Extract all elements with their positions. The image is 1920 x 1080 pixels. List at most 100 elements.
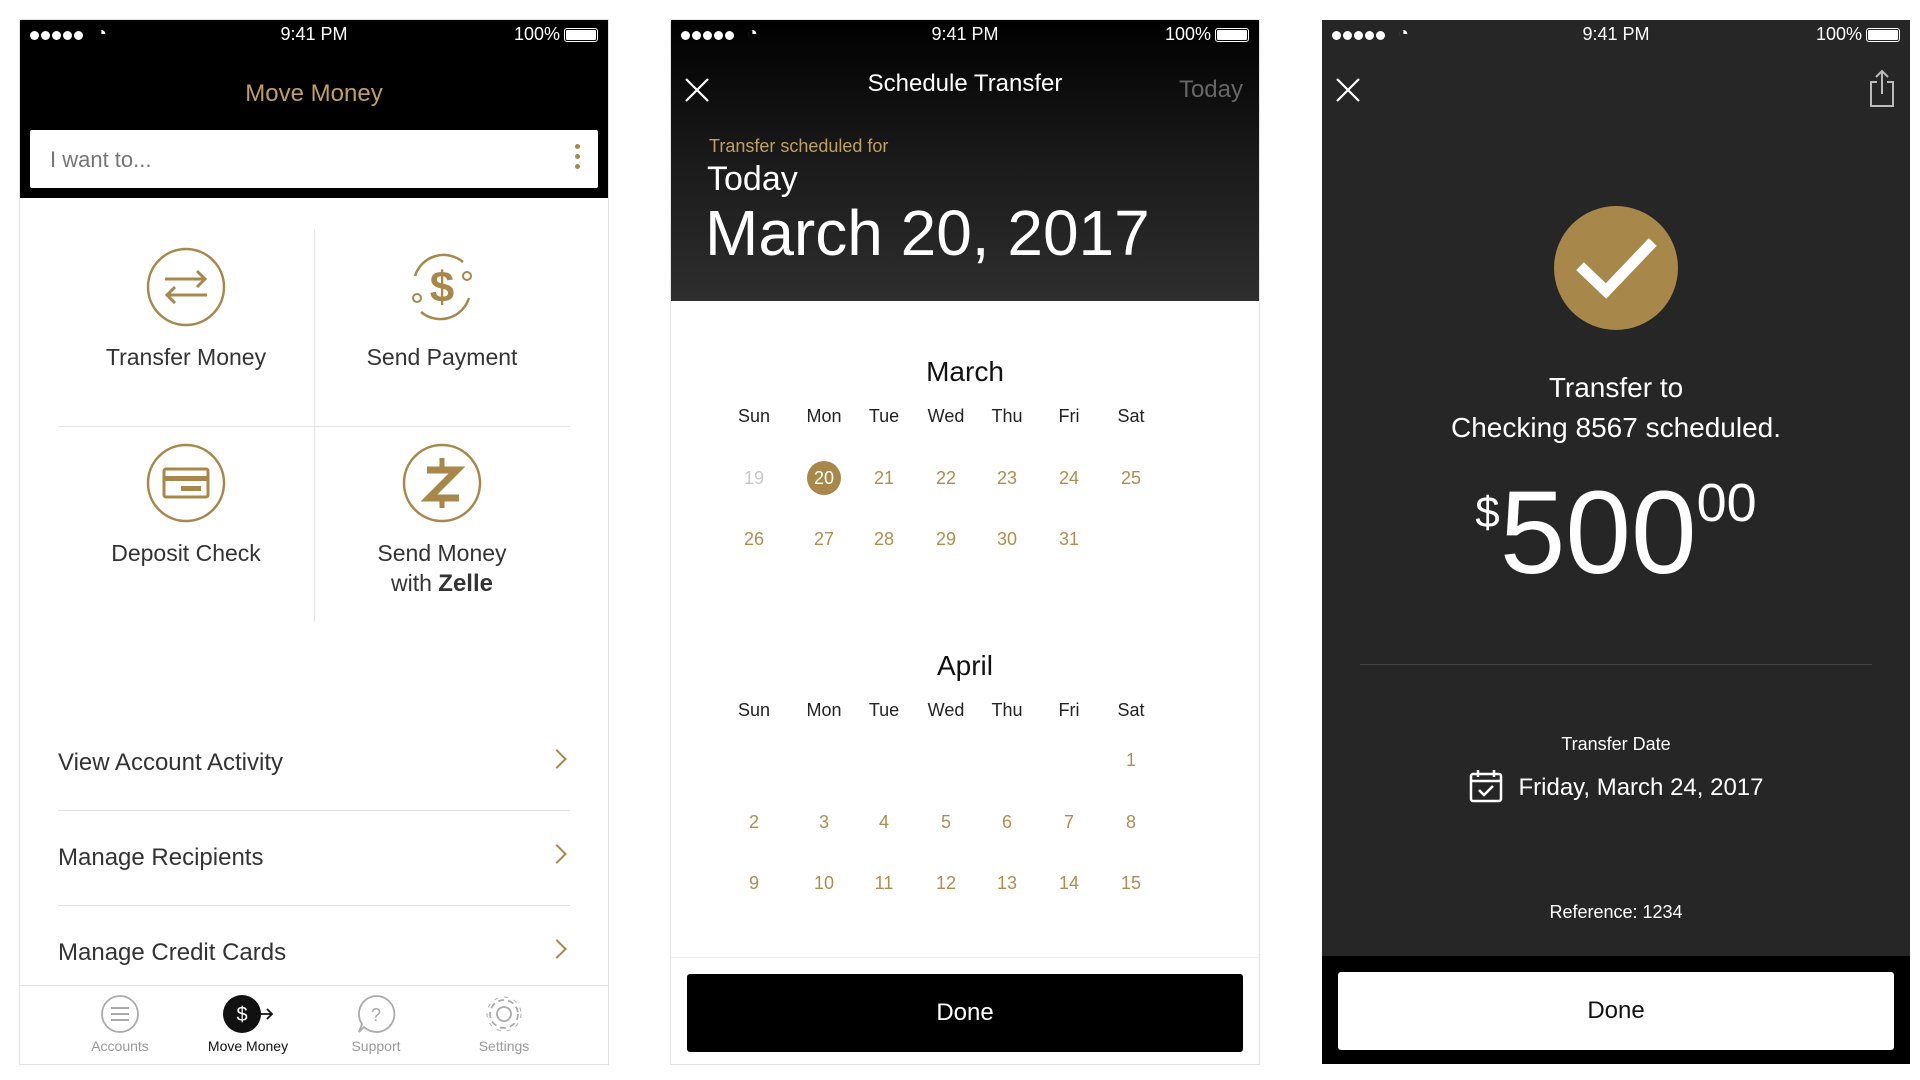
month-name: March — [926, 356, 1004, 387]
check-icon — [145, 442, 227, 524]
send-money-label-line1: Send Money — [377, 540, 507, 566]
battery-icon — [564, 28, 598, 42]
battery-indicator: 100% — [514, 24, 598, 45]
weekday-header: Fri — [1058, 700, 1080, 720]
calendar-day[interactable]: 26 — [724, 529, 784, 550]
amount-currency: $ — [1475, 488, 1500, 537]
battery-icon — [1866, 28, 1900, 42]
share-icon[interactable] — [1868, 68, 1896, 108]
transfer-money-tile[interactable]: Transfer Money — [58, 230, 314, 426]
chevron-right-icon — [547, 844, 567, 864]
calendar-day[interactable]: 9 — [724, 873, 784, 894]
calendar-day[interactable]: 31 — [1039, 529, 1099, 550]
amount-dollars: 500 — [1499, 467, 1697, 599]
status-bar: ◔ 9:41 PM 100% — [1322, 20, 1910, 50]
calendar-day[interactable]: 27 — [794, 529, 854, 550]
transfer-amount: $50000 — [1322, 472, 1910, 592]
tab-move-money[interactable]: $ Move Money — [178, 994, 318, 1054]
confirmation-screen: ◔ 9:41 PM 100% Transfer to Checking 8567… — [1322, 20, 1910, 1064]
svg-text:?: ? — [371, 1005, 381, 1025]
battery-indicator: 100% — [1816, 24, 1900, 45]
amount-cents: 00 — [1696, 473, 1757, 533]
weekday-header: Thu — [991, 406, 1023, 426]
calendar-day[interactable]: 23 — [977, 468, 1037, 489]
calendar-day[interactable]: 25 — [1101, 468, 1161, 489]
calendar-day[interactable]: 28 — [854, 529, 914, 550]
done-button[interactable]: Done — [687, 974, 1243, 1052]
zelle-brand: Zelle — [438, 570, 493, 597]
calendar-day[interactable]: 14 — [1039, 873, 1099, 894]
weekday-header: Sat — [1117, 406, 1145, 426]
calendar-day[interactable]: 10 — [794, 873, 854, 894]
battery-percent: 100% — [1164, 24, 1211, 44]
calendar-day[interactable]: 8 — [1101, 812, 1161, 833]
calendar-day[interactable]: 20 — [794, 468, 854, 489]
calendar-day[interactable]: 3 — [794, 812, 854, 833]
tab-label: Support — [351, 1038, 401, 1054]
schedule-transfer-screen: ◔ 9:41 PM 100% Schedule Transfer Today T… — [671, 20, 1259, 1064]
move-money-header: ◔ 9:41 PM 100% Move Money — [20, 20, 608, 198]
list-item-manage-recipients[interactable]: Manage Recipients — [58, 811, 570, 906]
tab-accounts[interactable]: Accounts — [50, 994, 190, 1054]
calendar-day[interactable]: 21 — [854, 468, 914, 489]
list-item-label: View Account Activity — [58, 749, 283, 776]
transfer-date-row: Friday, March 24, 2017 — [1322, 768, 1910, 804]
dollar-transfer-icon: $ — [222, 994, 274, 1034]
calendar-day[interactable]: 1 — [1101, 750, 1161, 771]
calendar-check-icon — [1468, 768, 1504, 804]
weekday-header: Wed — [927, 406, 965, 426]
calendar-day[interactable]: 4 — [854, 812, 914, 833]
send-money-label-line2: with Zelle — [314, 568, 570, 599]
send-money-zelle-tile[interactable]: Send Money with Zelle — [314, 426, 570, 622]
calendar-day[interactable]: 2 — [724, 812, 784, 833]
list-icon — [100, 994, 140, 1034]
list-item-label: Manage Recipients — [58, 844, 264, 871]
weekday-header: Sun — [737, 700, 771, 720]
calendar-day[interactable]: 15 — [1101, 873, 1161, 894]
chat-question-icon: ? — [356, 994, 396, 1034]
page-title: Move Money — [245, 80, 383, 107]
tab-label: Settings — [478, 1038, 530, 1054]
tab-support[interactable]: ? Support — [306, 994, 446, 1054]
close-icon[interactable] — [1334, 76, 1362, 104]
done-button[interactable]: Done — [1338, 972, 1894, 1050]
battery-percent: 100% — [513, 24, 560, 44]
gear-icon — [484, 994, 524, 1034]
calendar-day[interactable]: 12 — [916, 873, 976, 894]
list-item-view-account-activity[interactable]: View Account Activity — [58, 716, 570, 811]
weekday-header: Mon — [806, 406, 842, 426]
calendar-day[interactable]: 5 — [916, 812, 976, 833]
transfer-date-label: Transfer Date — [1561, 734, 1671, 754]
calendar-day[interactable]: 24 — [1039, 468, 1099, 489]
today-button[interactable]: Today — [1179, 76, 1243, 104]
scheduled-for-label: Transfer scheduled for — [709, 136, 889, 156]
calendar-day[interactable]: 13 — [977, 873, 1037, 894]
tab-settings[interactable]: Settings — [434, 994, 574, 1054]
calendar-day[interactable]: 11 — [854, 873, 914, 894]
send-money-zelle-label: Send Money with Zelle — [314, 538, 570, 599]
page-title: Schedule Transfer — [867, 70, 1063, 97]
weekday-header: Tue — [868, 700, 900, 720]
tab-label: Accounts — [91, 1038, 149, 1054]
send-payment-tile[interactable]: $ Send Payment — [314, 230, 570, 426]
svg-text:$: $ — [430, 263, 454, 312]
transfer-money-label: Transfer Money — [105, 344, 267, 370]
calendar-month-march: March Sun Mon Tue Wed Thu Fri Sat 19 20 21 22 23 24 2… — [671, 356, 1259, 549]
calendar-day[interactable]: 29 — [916, 529, 976, 550]
chevron-right-icon — [547, 749, 567, 769]
more-options-icon[interactable] — [570, 144, 584, 176]
section-divider — [1360, 664, 1872, 665]
calendar-day[interactable]: 22 — [916, 468, 976, 489]
search-input[interactable] — [48, 130, 542, 190]
calendar-day[interactable]: 6 — [977, 812, 1037, 833]
calendar-day[interactable]: 30 — [977, 529, 1037, 550]
success-check-icon — [1554, 206, 1678, 330]
deposit-check-tile[interactable]: Deposit Check — [58, 426, 314, 622]
confirmation-message-line2: Checking 8567 scheduled. — [1450, 412, 1781, 443]
status-bar: ◔ 9:41 PM 100% — [671, 20, 1259, 50]
battery-indicator: 100% — [1165, 24, 1249, 45]
weekday-header: Sun — [737, 406, 771, 426]
weekday-header: Wed — [927, 700, 965, 720]
calendar-day[interactable]: 7 — [1039, 812, 1099, 833]
weekday-header: Fri — [1058, 406, 1080, 426]
